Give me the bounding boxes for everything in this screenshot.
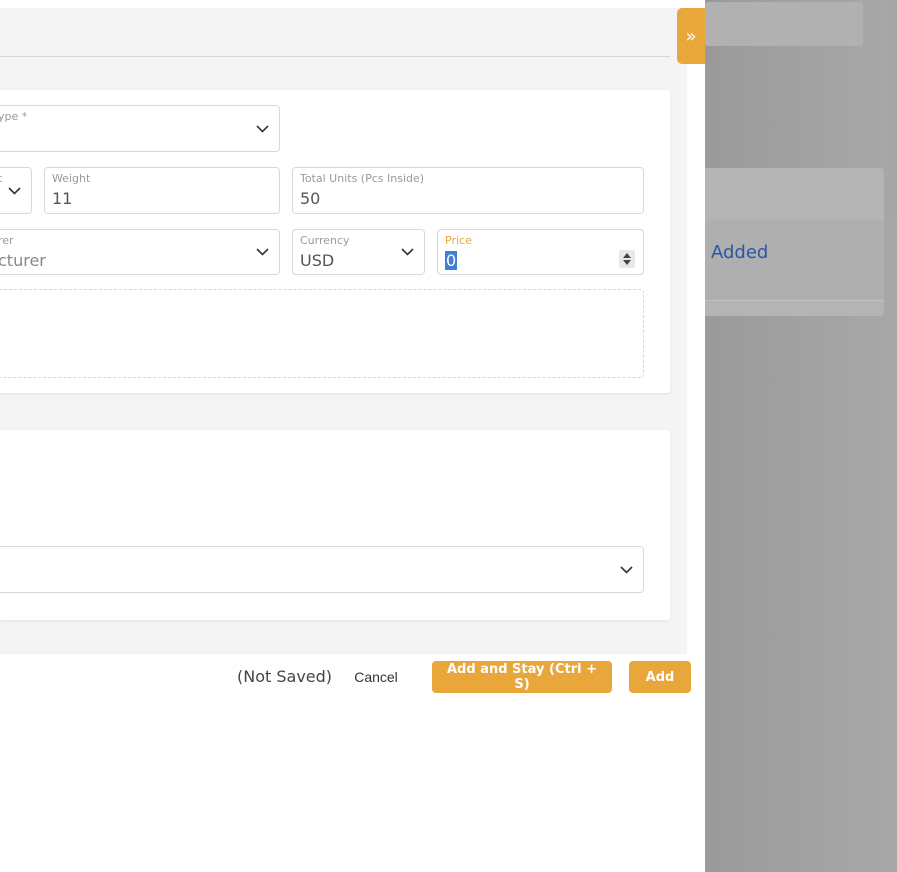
total-units-field[interactable]: Total Units (Pcs Inside) 50 bbox=[292, 167, 644, 214]
total-units-value: 50 bbox=[300, 189, 321, 208]
background-added-text: Added bbox=[711, 242, 769, 263]
manufacturer-select[interactable]: rer cturer bbox=[0, 229, 280, 275]
chevron-down-icon bbox=[8, 186, 21, 195]
weight-label: Weight bbox=[52, 172, 91, 185]
chevron-down-icon bbox=[256, 124, 269, 133]
price-field[interactable]: Price 0 bbox=[437, 229, 644, 275]
secondary-select[interactable] bbox=[0, 546, 644, 593]
manufacturer-label: rer bbox=[0, 234, 14, 247]
save-status: (Not Saved) bbox=[237, 667, 333, 686]
manufacturer-value: cturer bbox=[0, 251, 46, 270]
add-button[interactable]: Add bbox=[629, 661, 691, 693]
double-chevron-right-icon: » bbox=[685, 25, 697, 47]
header-divider bbox=[0, 56, 670, 57]
chevron-down-icon bbox=[401, 248, 414, 256]
price-label: Price bbox=[445, 234, 472, 247]
price-selected-text: 0 bbox=[445, 251, 458, 270]
upload-dropzone[interactable] bbox=[0, 289, 644, 378]
number-spinner[interactable] bbox=[619, 250, 635, 268]
background-edge bbox=[884, 0, 897, 218]
currency-value: USD bbox=[300, 251, 335, 270]
weight-field[interactable]: Weight 11 bbox=[44, 167, 280, 214]
weight-value: 11 bbox=[52, 189, 73, 208]
currency-label: Currency bbox=[300, 234, 350, 247]
unit-label: t bbox=[0, 172, 3, 185]
unit-select[interactable]: t bbox=[0, 167, 32, 214]
background-app bbox=[705, 0, 897, 872]
type-select[interactable]: ype * bbox=[0, 105, 280, 152]
currency-select[interactable]: Currency USD bbox=[292, 229, 425, 275]
add-and-stay-button[interactable]: Add and Stay (Ctrl + S) bbox=[432, 661, 612, 693]
chevron-down-icon bbox=[620, 565, 633, 574]
side-drawer: ype * t Weight 11 Total Units (Pcs Insid… bbox=[0, 0, 705, 872]
chevron-down-icon bbox=[256, 248, 269, 256]
type-label: ype * bbox=[0, 110, 28, 123]
collapse-drawer-button[interactable]: » bbox=[677, 8, 705, 64]
total-units-label: Total Units (Pcs Inside) bbox=[300, 172, 425, 185]
cancel-button[interactable]: Cancel bbox=[345, 661, 407, 693]
price-value: 0 bbox=[445, 251, 458, 270]
background-search-box bbox=[705, 2, 863, 46]
